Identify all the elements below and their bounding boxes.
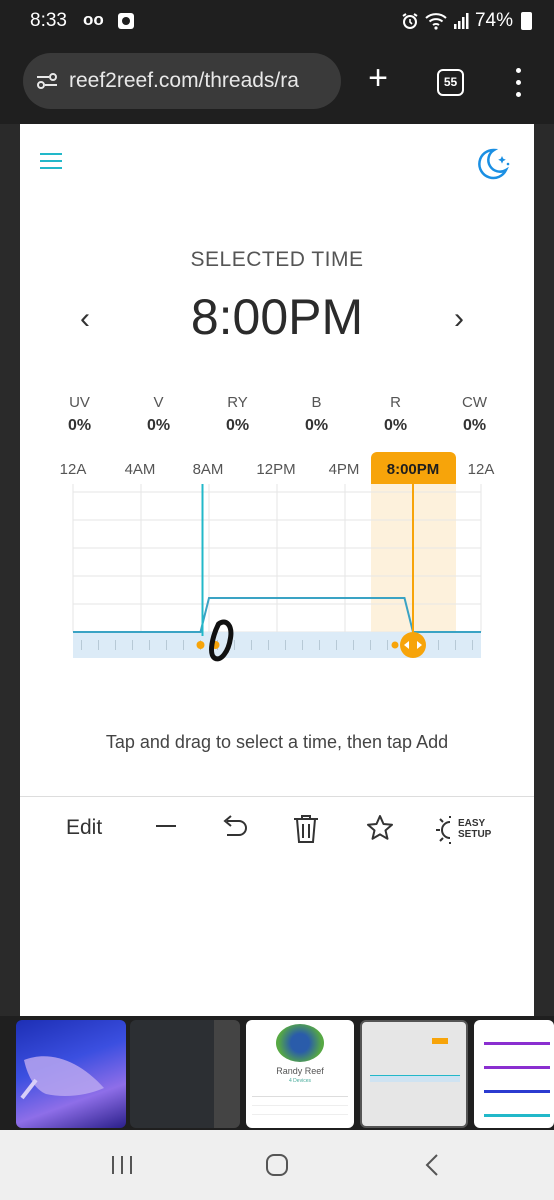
hour-axis: 12A 4AM 8AM 12PM 4PM 8:00PM 12A xyxy=(20,452,534,486)
edit-button[interactable]: Edit xyxy=(66,816,102,840)
channel-v: V 0% xyxy=(119,394,198,435)
selected-time-label: SELECTED TIME xyxy=(190,248,364,271)
battery-icon xyxy=(521,12,532,30)
wifi-icon xyxy=(425,13,447,30)
recent-app-dark-edge xyxy=(214,1020,240,1128)
home-icon[interactable] xyxy=(264,1152,290,1178)
channel-percent: 0% xyxy=(383,417,408,434)
mini-slider xyxy=(484,1114,550,1117)
easy-setup-line2: SETUP xyxy=(458,829,492,840)
hour-label: 4PM xyxy=(328,461,360,478)
randy-reef-avatar xyxy=(276,1024,324,1062)
channel-percent: 0% xyxy=(146,417,171,434)
hour-label: 12A xyxy=(59,461,87,478)
channel-name: RY xyxy=(227,394,248,411)
selected-time-handle xyxy=(400,632,426,658)
recent-app-fish-photo[interactable] xyxy=(16,1020,126,1128)
hour-label: 4AM xyxy=(124,461,156,478)
browser-menu-button[interactable] xyxy=(510,66,526,100)
voicemail-icon: oo xyxy=(83,10,104,29)
channel-name: B xyxy=(311,394,322,411)
channel-name: UV xyxy=(69,394,90,411)
signal-icon xyxy=(453,13,469,29)
status-bar: 8:33 oo 74% xyxy=(0,0,554,44)
randy-reef-row xyxy=(252,1106,348,1115)
channel-name: CW xyxy=(462,394,487,411)
back-icon[interactable] xyxy=(422,1152,442,1178)
status-right: 74% xyxy=(401,10,532,32)
recent-apps-strip: Randy Reef 4 Devices xyxy=(0,1016,554,1128)
start-handle xyxy=(196,641,205,649)
hour-label-selected: 8:00PM xyxy=(386,461,440,478)
fish-image xyxy=(20,1056,104,1100)
channel-name: V xyxy=(153,394,164,411)
hour-label: 12A xyxy=(467,461,495,478)
remove-icon[interactable] xyxy=(153,813,179,839)
page-margin-right xyxy=(534,124,554,1016)
web-content: SELECTED TIME ‹ 8:00PM › UV 0% V 0% RY 0% B… xyxy=(20,124,534,1016)
recents-icon[interactable] xyxy=(110,1154,134,1176)
hamburger-menu-icon[interactable] xyxy=(40,152,62,170)
battery-percent: 74% xyxy=(474,10,513,31)
browser-toolbar: reef2reef.com/threads/ra + 55 xyxy=(0,44,554,124)
schedule-chart[interactable] xyxy=(20,484,534,664)
address-bar[interactable]: reef2reef.com/threads/ra xyxy=(23,53,341,109)
easy-setup-line1: EASY xyxy=(458,818,486,829)
easy-setup-label: EASY SETUP xyxy=(458,818,498,840)
mini-track xyxy=(370,1076,460,1082)
channel-percent: 0% xyxy=(462,417,487,434)
tab-switcher-button[interactable]: 55 xyxy=(437,69,464,96)
sun-icon xyxy=(436,816,451,844)
channel-uv: UV 0% xyxy=(40,394,119,435)
mini-selected-tab xyxy=(432,1038,448,1044)
randy-reef-subtitle: 4 Devices xyxy=(289,1078,311,1084)
mini-slider xyxy=(484,1066,550,1069)
channel-r: R 0% xyxy=(356,394,435,435)
alarm-icon xyxy=(402,13,418,29)
page-margin-left xyxy=(0,124,20,1016)
channel-ry: RY 0% xyxy=(198,394,277,435)
mini-slider xyxy=(484,1090,550,1093)
system-nav-bar xyxy=(0,1130,554,1200)
hour-label: 12PM xyxy=(256,461,296,478)
moon-icon[interactable] xyxy=(472,144,512,184)
star-icon[interactable] xyxy=(365,813,395,843)
recent-app-channels[interactable] xyxy=(474,1020,554,1128)
next-time-button[interactable]: › xyxy=(454,302,464,336)
channel-name: R xyxy=(390,394,401,411)
randy-reef-row xyxy=(252,1097,348,1106)
channel-percent: 0% xyxy=(67,417,92,434)
trash-icon[interactable] xyxy=(292,813,320,845)
url-text[interactable]: reef2reef.com/threads/ra xyxy=(69,69,299,93)
channel-cw: CW 0% xyxy=(435,394,514,435)
channel-percent: 0% xyxy=(304,417,329,434)
recent-app-current[interactable] xyxy=(360,1020,468,1128)
instruction-text: Tap and drag to select a time, then tap … xyxy=(105,732,449,752)
recent-app-dark[interactable] xyxy=(130,1020,240,1128)
new-tab-button[interactable]: + xyxy=(363,61,393,95)
mini-slider xyxy=(484,1042,550,1045)
handle-side-dot xyxy=(391,641,399,649)
channel-values: UV 0% V 0% RY 0% B 0% R 0% CW 0% xyxy=(40,394,514,435)
easy-setup-button[interactable]: EASY SETUP xyxy=(436,816,491,849)
site-settings-icon[interactable] xyxy=(35,71,59,91)
randy-reef-title: Randy Reef xyxy=(276,1066,324,1076)
bottom-toolbar: Edit EASY SETUP xyxy=(20,798,534,856)
randy-reef-list xyxy=(252,1096,348,1124)
status-time: 8:33 xyxy=(30,10,67,31)
recent-app-randy-reef[interactable]: Randy Reef 4 Devices xyxy=(246,1020,354,1128)
undo-icon[interactable] xyxy=(219,813,249,841)
channel-percent: 0% xyxy=(225,417,250,434)
channel-b: B 0% xyxy=(277,394,356,435)
divider xyxy=(20,796,534,797)
mini-chart xyxy=(370,1046,460,1076)
hour-label: 8AM xyxy=(192,461,224,478)
notification-app-icon xyxy=(118,13,134,29)
